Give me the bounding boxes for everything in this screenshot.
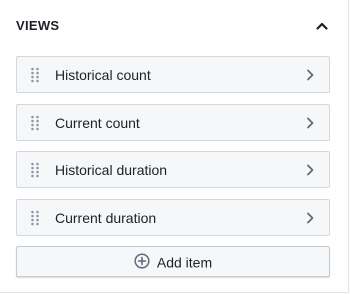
view-item-current-duration[interactable]: Current duration [16, 198, 330, 236]
add-item-button[interactable]: Add item [16, 246, 330, 277]
views-list: Historical count Current count Historica… [16, 56, 330, 246]
collapse-section-button[interactable] [310, 14, 334, 38]
add-item-content: Add item [17, 253, 329, 270]
view-item-label: Historical count [55, 67, 151, 83]
drag-handle-icon[interactable] [30, 161, 40, 179]
plus-circle-icon [134, 253, 150, 269]
view-item-historical-duration[interactable]: Historical duration [16, 151, 330, 188]
chevron-right-icon [303, 163, 317, 177]
drag-handle-icon[interactable] [30, 209, 40, 227]
view-item-label: Current count [55, 114, 140, 131]
view-item-label: Current duration [55, 209, 157, 226]
chevron-right-icon [303, 68, 317, 82]
views-section-header: VIEWS [0, 0, 348, 52]
drag-handle-icon[interactable] [30, 114, 40, 132]
chevron-right-icon [303, 116, 317, 130]
view-item-current-count[interactable]: Current count [16, 103, 330, 141]
view-item-label: Historical duration [55, 162, 168, 178]
add-item-label: Add item [156, 254, 213, 271]
drag-handle-icon[interactable] [30, 66, 40, 84]
views-panel: VIEWS Historical count Current count His… [0, 0, 349, 293]
section-title: VIEWS [16, 18, 60, 33]
chevron-up-icon [316, 22, 328, 30]
view-item-historical-count[interactable]: Historical count [16, 56, 330, 93]
chevron-right-icon [303, 211, 317, 225]
